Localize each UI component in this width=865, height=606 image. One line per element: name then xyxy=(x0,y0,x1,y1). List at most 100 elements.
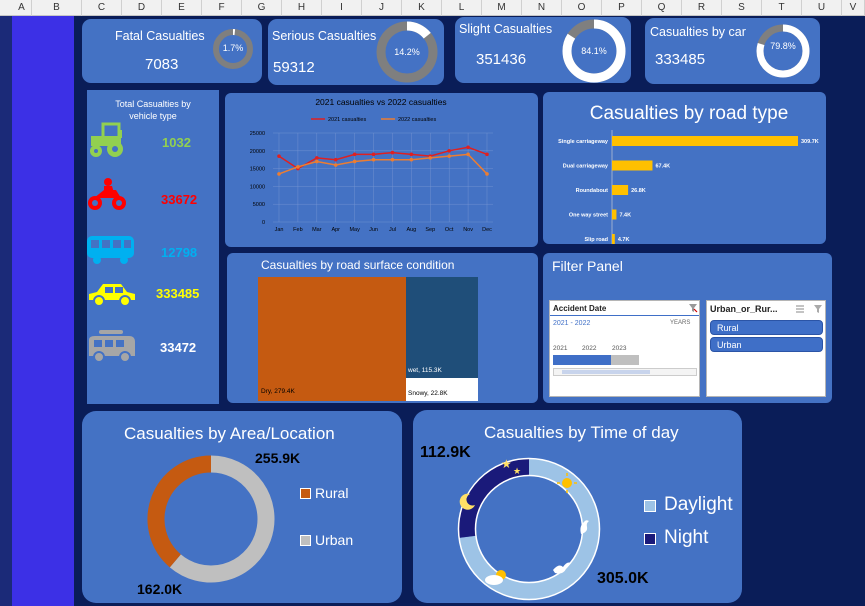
line-point[interactable] xyxy=(277,154,281,158)
column-header: ABCDEFGHIJKLMNOPQRSTUV xyxy=(0,0,865,16)
line-chart-xtick: Sep xyxy=(425,227,435,233)
column-header-g[interactable]: G xyxy=(242,0,282,16)
column-header-j[interactable]: J xyxy=(362,0,402,16)
multi-select-icon[interactable] xyxy=(795,304,805,314)
slicer-option-rural[interactable]: Rural xyxy=(710,320,823,335)
slicer-option-urban[interactable]: Urban xyxy=(710,337,823,352)
column-header-m[interactable]: M xyxy=(482,0,522,16)
column-header-q[interactable]: Q xyxy=(642,0,682,16)
kpi-fatal-card[interactable]: Fatal Casualties 7083 1.7% xyxy=(82,19,262,83)
line-point[interactable] xyxy=(447,154,451,158)
line-point[interactable] xyxy=(409,152,414,157)
kpi-car-card[interactable]: Casualties by car 333485 79.8% xyxy=(645,18,820,84)
bird-icon xyxy=(580,520,589,534)
column-header-u[interactable]: U xyxy=(802,0,842,16)
road-type-panel[interactable]: Casualties by road type Single carriagewa… xyxy=(543,92,826,244)
timeline-scrollbar[interactable] xyxy=(553,368,697,376)
column-header-n[interactable]: N xyxy=(522,0,562,16)
timeline-bar-2023[interactable] xyxy=(611,355,639,365)
line-point[interactable] xyxy=(428,156,433,160)
vehicle-type-panel[interactable]: Total Casualties by vehicle type 1032 33… xyxy=(87,90,219,404)
kpi-serious-pct: 14.2% xyxy=(394,47,420,57)
time-day-value: 305.0K xyxy=(597,570,649,587)
kpi-car-pct: 79.8% xyxy=(770,41,796,51)
vehicle-panel-title: Total Casualties by vehicle type xyxy=(115,99,191,121)
line-point[interactable] xyxy=(390,150,395,155)
column-header-r[interactable]: R xyxy=(682,0,722,16)
surface-wet-block[interactable]: wet, 115.3K xyxy=(406,277,478,378)
kpi-car-title: Casualties by car xyxy=(650,25,746,39)
line-point[interactable] xyxy=(371,157,376,162)
column-header-d[interactable]: D xyxy=(122,0,162,16)
timeline-bar[interactable] xyxy=(553,355,611,365)
line-point[interactable] xyxy=(466,152,470,157)
line-point[interactable] xyxy=(466,145,470,150)
legend-urban-label: Urban xyxy=(315,532,354,548)
date-slicer-period[interactable]: YEARS xyxy=(670,320,690,326)
bar-single-carriageway[interactable] xyxy=(612,136,798,146)
column-header-k[interactable]: K xyxy=(402,0,442,16)
line-chart-ytick: 0 xyxy=(262,220,265,226)
kpi-slight-value: 351436 xyxy=(476,51,527,68)
surface-snowy-block[interactable]: Snowy, 22.8K xyxy=(406,378,478,401)
area-panel[interactable]: Casualties by Area/Location 255.9K 162.0… xyxy=(82,411,402,603)
legend-daylight-label: Daylight xyxy=(664,494,733,515)
bar-slip-road[interactable] xyxy=(612,234,615,244)
line-series-2021[interactable] xyxy=(278,146,488,170)
column-header-b[interactable]: B xyxy=(32,0,82,16)
left-strip xyxy=(12,16,74,606)
time-panel[interactable]: Casualties by Time of day ★ ★ 112.9K 305.… xyxy=(413,410,742,603)
column-header-c[interactable]: C xyxy=(82,0,122,16)
area-rural-value: 162.0K xyxy=(137,581,183,597)
line-point[interactable] xyxy=(352,152,357,157)
legend-rural-swatch xyxy=(300,488,311,499)
line-chart-xtick: Dec xyxy=(482,227,492,233)
bar-value-label: 67.4K xyxy=(655,164,670,170)
line-point[interactable] xyxy=(485,172,489,176)
urban-rural-slicer[interactable]: Urban_or_Rur... Rural Urban xyxy=(706,300,826,397)
kpi-fatal-value: 7083 xyxy=(145,56,179,73)
kpi-serious-value: 59312 xyxy=(273,59,315,76)
column-header-o[interactable]: O xyxy=(562,0,602,16)
bar-dual-carriageway[interactable] xyxy=(612,160,653,171)
line-point[interactable] xyxy=(315,159,319,164)
kpi-serious-card[interactable]: Serious Casualties 59312 14.2% xyxy=(268,19,444,85)
line-point[interactable] xyxy=(447,149,451,153)
column-header-i[interactable]: I xyxy=(322,0,362,16)
line-point[interactable] xyxy=(371,152,376,157)
line-point[interactable] xyxy=(277,172,281,176)
line-point[interactable] xyxy=(485,152,489,157)
line-point[interactable] xyxy=(390,157,395,162)
column-header-t[interactable]: T xyxy=(762,0,802,16)
column-header-l[interactable]: L xyxy=(442,0,482,16)
bus-icon xyxy=(87,236,134,264)
line-point[interactable] xyxy=(296,165,300,169)
line-point[interactable] xyxy=(352,159,357,164)
column-header-s[interactable]: S xyxy=(722,0,762,16)
line-series-2022[interactable] xyxy=(278,153,488,175)
timeline-scroll-thumb[interactable] xyxy=(562,370,650,374)
line-point[interactable] xyxy=(315,156,319,160)
bar-roundabout[interactable] xyxy=(612,185,629,195)
column-header-v[interactable]: V xyxy=(842,0,865,16)
line-chart-panel[interactable]: 2021 casualties vs 2022 casualties 2021 c… xyxy=(225,93,538,247)
bar-one-way-street[interactable] xyxy=(612,209,617,220)
area-slice-rural[interactable] xyxy=(147,455,212,568)
surface-dry-block[interactable]: Dry, 279.4K xyxy=(258,277,406,401)
kpi-slight-card[interactable]: Slight Casualties 351436 84.1% xyxy=(455,17,631,83)
column-header-e[interactable]: E xyxy=(162,0,202,16)
clear-filter-icon[interactable] xyxy=(813,304,823,314)
surface-title: Casualties by road surface condition xyxy=(261,258,455,272)
column-header-a[interactable]: A xyxy=(12,0,32,16)
line-point[interactable] xyxy=(409,157,414,162)
accident-date-slicer[interactable]: Accident Date 2021 - 2022 YEARS 2021 202… xyxy=(549,300,700,397)
line-point[interactable] xyxy=(333,163,338,167)
column-header-p[interactable]: P xyxy=(602,0,642,16)
column-header-h[interactable]: H xyxy=(282,0,322,16)
surface-panel[interactable]: Casualties by road surface condition Dry… xyxy=(227,253,538,403)
cloud-sun-icon xyxy=(485,570,506,585)
area-slice-urban[interactable] xyxy=(169,455,275,583)
clear-filter-icon[interactable] xyxy=(688,303,698,313)
line-point[interactable] xyxy=(333,157,338,162)
column-header-f[interactable]: F xyxy=(202,0,242,16)
